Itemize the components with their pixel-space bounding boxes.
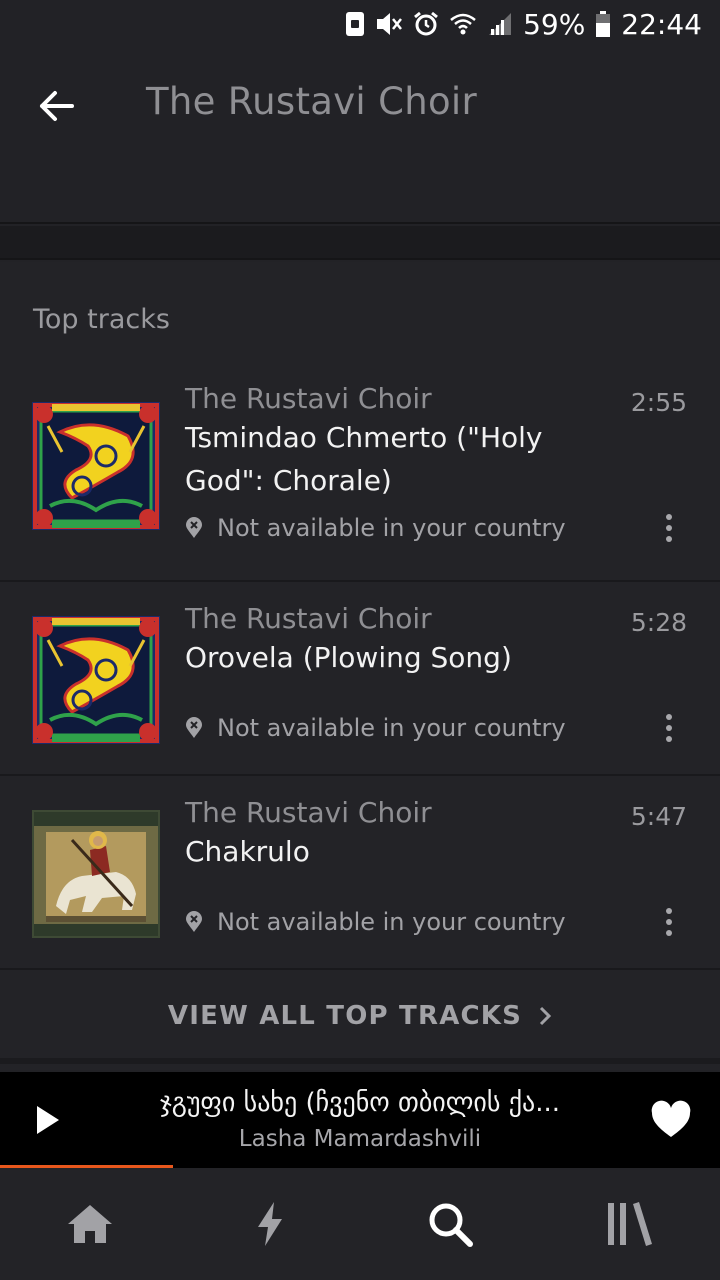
track-artist: The Rustavi Choir bbox=[185, 382, 432, 415]
track-title: Orovela (Plowing Song) bbox=[185, 641, 512, 674]
album-art-georgian-voices bbox=[32, 616, 160, 744]
nav-stream[interactable] bbox=[180, 1168, 360, 1280]
more-dot bbox=[666, 930, 672, 936]
back-button[interactable] bbox=[30, 82, 82, 130]
mute-icon bbox=[377, 13, 403, 35]
nav-home[interactable] bbox=[0, 1168, 180, 1280]
track-row[interactable]: The Rustavi Choir Tsmindao Chmerto ("Hol… bbox=[0, 358, 720, 582]
chevron-right-icon bbox=[540, 1006, 552, 1026]
track-artist: The Rustavi Choir bbox=[185, 796, 432, 829]
track-title: Tsmindao Chmerto ("Holy God": Chorale) bbox=[185, 421, 543, 497]
track-list: The Rustavi Choir Tsmindao Chmerto ("Hol… bbox=[0, 358, 720, 970]
track-duration: 5:28 bbox=[630, 608, 687, 637]
track-artist: The Rustavi Choir bbox=[185, 602, 432, 635]
location-blocked-icon bbox=[186, 717, 202, 738]
now-playing-title: ჯგუფი სახე (ჩვენო თბილის ქა... bbox=[159, 1088, 561, 1118]
track-duration: 5:47 bbox=[630, 802, 687, 831]
play-button[interactable] bbox=[30, 1100, 66, 1140]
album-art-georgian-voices bbox=[32, 402, 160, 530]
more-dot bbox=[666, 525, 672, 531]
more-options-button[interactable] bbox=[658, 710, 680, 746]
alarm-icon bbox=[414, 11, 438, 36]
nav-library[interactable] bbox=[540, 1168, 720, 1280]
top-tracks-section: Top tracks The Rustavi Choir Tsmindao Ch… bbox=[0, 262, 720, 1070]
availability-notice: Not available in your country bbox=[185, 514, 566, 542]
search-icon bbox=[429, 1203, 473, 1247]
wifi-icon bbox=[450, 13, 476, 35]
more-dot bbox=[666, 714, 672, 720]
page-title: The Rustavi Choir bbox=[146, 80, 477, 123]
battery-percentage: 59% bbox=[523, 7, 586, 41]
more-dot bbox=[666, 514, 672, 520]
more-dot bbox=[666, 908, 672, 914]
location-blocked-icon bbox=[186, 517, 202, 538]
track-row[interactable]: The Rustavi Choir Chakrulo 5:47 Not avai… bbox=[0, 776, 720, 970]
like-heart-icon[interactable] bbox=[650, 1100, 692, 1140]
clock: 22:44 bbox=[621, 7, 702, 41]
more-dot bbox=[666, 725, 672, 731]
location-blocked-icon bbox=[186, 911, 202, 932]
album-art-rustavi-choir bbox=[32, 810, 160, 938]
mini-player[interactable]: ჯგუფი სახე (ჩვენო თბილის ქა... Lasha Mam… bbox=[0, 1072, 720, 1168]
section-title: Top tracks bbox=[33, 304, 170, 335]
stream-icon bbox=[258, 1202, 282, 1246]
library-icon bbox=[608, 1202, 652, 1246]
track-title: Chakrulo bbox=[185, 835, 310, 868]
status-bar: 59% 22:44 bbox=[0, 0, 720, 48]
view-all-label: VIEW ALL TOP TRACKS bbox=[167, 1001, 523, 1031]
track-duration: 2:55 bbox=[630, 388, 687, 417]
more-dot bbox=[666, 919, 672, 925]
now-playing-artist: Lasha Mamardashvili bbox=[238, 1126, 482, 1152]
availability-notice: Not available in your country bbox=[185, 908, 566, 936]
arrow-left-icon bbox=[40, 91, 74, 121]
availability-text: Not available in your country bbox=[217, 714, 566, 742]
battery-icon bbox=[596, 11, 611, 37]
availability-notice: Not available in your country bbox=[185, 714, 566, 742]
availability-text: Not available in your country bbox=[217, 908, 566, 936]
track-row[interactable]: The Rustavi Choir Orovela (Plowing Song)… bbox=[0, 582, 720, 776]
app-bar: The Rustavi Choir bbox=[0, 48, 720, 224]
nav-search[interactable] bbox=[360, 1168, 540, 1280]
signal-icon bbox=[489, 13, 512, 35]
more-dot bbox=[666, 536, 672, 542]
view-all-top-tracks-button[interactable]: VIEW ALL TOP TRACKS bbox=[0, 974, 720, 1064]
section-divider bbox=[0, 226, 720, 260]
bottom-navigation bbox=[0, 1168, 720, 1280]
mobile-data-icon bbox=[346, 12, 365, 36]
availability-text: Not available in your country bbox=[217, 514, 566, 542]
home-icon bbox=[68, 1205, 112, 1243]
more-dot bbox=[666, 736, 672, 742]
play-icon bbox=[37, 1106, 59, 1134]
more-options-button[interactable] bbox=[658, 904, 680, 940]
more-options-button[interactable] bbox=[658, 510, 680, 546]
